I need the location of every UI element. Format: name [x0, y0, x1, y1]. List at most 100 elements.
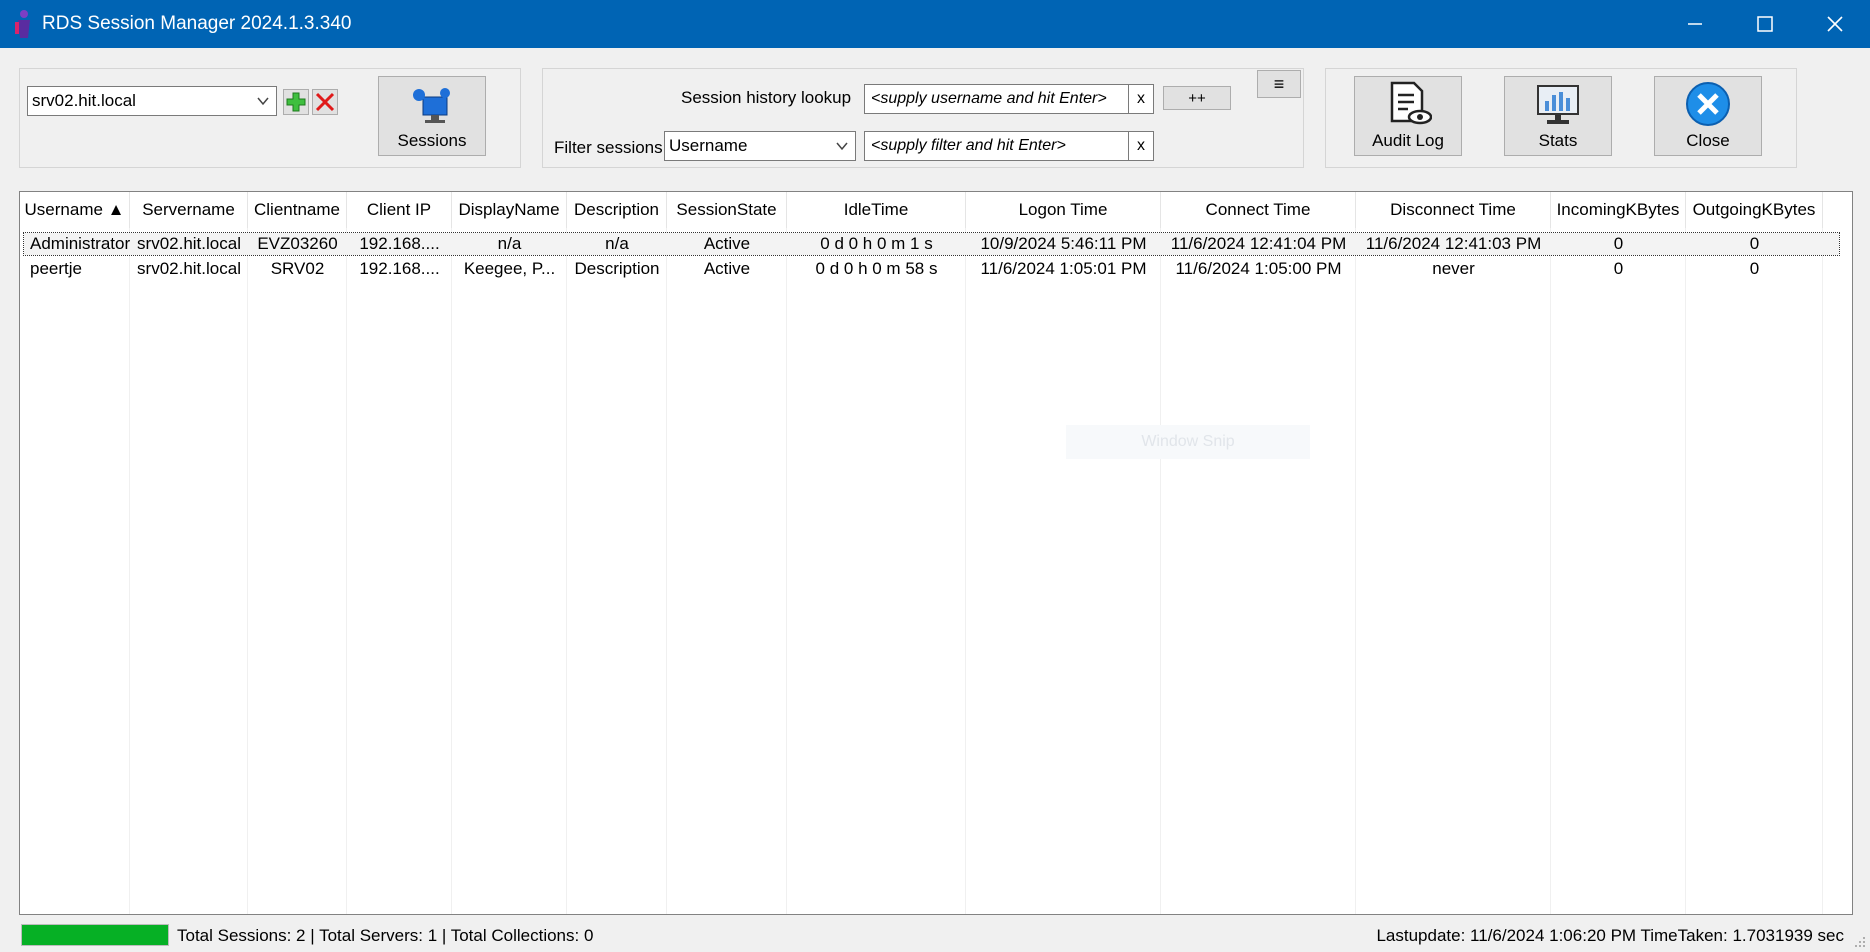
server-select[interactable]: srv02.hit.local	[27, 86, 277, 116]
cell-outgoingkbytes: 0	[1749, 259, 1760, 278]
menu-button[interactable]: ≡	[1257, 70, 1301, 98]
column-header-idletime[interactable]: IdleTime	[787, 192, 966, 228]
cell-connect-time: 11/6/2024 1:05:00 PM	[1175, 259, 1342, 278]
history-lookup-input[interactable]: <supply username and hit Enter>	[864, 84, 1129, 114]
stats-button[interactable]: Stats	[1504, 76, 1612, 156]
cell-incomingkbytes: 0	[1613, 234, 1624, 253]
filter-field-select[interactable]: Username	[664, 131, 856, 161]
column-header-incomingkbytes[interactable]: IncomingKBytes	[1551, 192, 1686, 228]
column-divider	[129, 228, 130, 914]
cell-sessionstate: Active	[703, 234, 751, 253]
column-divider	[1160, 228, 1161, 914]
close-app-button[interactable]: Close	[1654, 76, 1762, 156]
remove-icon	[315, 92, 335, 112]
stats-icon	[1537, 85, 1579, 124]
cell-username: peertje	[30, 259, 82, 278]
remove-server-button[interactable]	[312, 89, 338, 115]
cell-sessionstate: Active	[703, 259, 751, 278]
column-header-username[interactable]: Username ▲	[20, 192, 130, 228]
filter-field-value: Username	[669, 136, 748, 155]
plus-icon	[286, 92, 306, 112]
sessions-icon	[413, 88, 450, 123]
audit-log-label: Audit Log	[1372, 131, 1444, 150]
cell-displayname: n/a	[497, 234, 522, 253]
column-header-displayname[interactable]: DisplayName	[452, 192, 567, 228]
cell-logon-time: 11/6/2024 1:05:01 PM	[980, 259, 1147, 278]
window-close-button[interactable]	[1800, 0, 1870, 48]
column-divider	[786, 228, 787, 914]
column-header-description[interactable]: Description	[567, 192, 667, 228]
stats-label: Stats	[1538, 131, 1578, 150]
history-lookup-label: Session history lookup	[681, 88, 852, 107]
column-divider	[566, 228, 567, 914]
column-header-clientname[interactable]: Clientname	[248, 192, 347, 228]
table-row[interactable]: Administrator srv02.hit.local EVZ03260 1…	[23, 232, 1840, 256]
column-divider	[1355, 228, 1356, 914]
column-header-outgoingkbytes[interactable]: OutgoingKBytes	[1686, 192, 1823, 228]
column-header-connect-time[interactable]: Connect Time	[1161, 192, 1356, 228]
column-header-disconnect-time[interactable]: Disconnect Time	[1356, 192, 1551, 228]
cell-displayname: Keegee, P...	[463, 259, 556, 278]
filter-sessions-label: Filter sessions	[554, 138, 663, 157]
expand-button[interactable]: ++	[1163, 86, 1231, 110]
window-snip-overlay: Window Snip	[1066, 425, 1310, 459]
cell-clientname: EVZ03260	[257, 234, 338, 253]
filter-clear-button[interactable]: x	[1128, 131, 1154, 161]
window-title: RDS Session Manager 2024.1.3.340	[42, 13, 352, 34]
sessions-label: Sessions	[397, 131, 467, 150]
grid-header: Username ▲ Servername Clientname Client …	[20, 192, 1852, 228]
column-divider	[965, 228, 966, 914]
audit-log-icon	[1390, 81, 1432, 125]
status-summary: Total Sessions: 2 | Total Servers: 1 | T…	[177, 926, 594, 945]
app-icon	[15, 10, 30, 38]
history-clear-button[interactable]: x	[1128, 84, 1154, 114]
chevron-down-icon	[836, 142, 848, 151]
chevron-down-icon	[257, 97, 269, 106]
column-header-client-ip[interactable]: Client IP	[347, 192, 452, 228]
column-divider	[247, 228, 248, 914]
column-divider	[1822, 228, 1823, 914]
minimize-button[interactable]	[1660, 0, 1730, 48]
cell-client-ip: 192.168....	[359, 259, 440, 278]
cell-connect-time: 11/6/2024 12:41:04 PM	[1170, 234, 1347, 253]
sessions-button[interactable]: Sessions	[378, 76, 486, 156]
close-app-label: Close	[1686, 131, 1730, 150]
progress-bar	[21, 924, 169, 946]
cell-incomingkbytes: 0	[1613, 259, 1624, 278]
status-lastupdate: Lastupdate: 11/6/2024 1:06:20 PM TimeTak…	[1376, 926, 1844, 945]
cell-clientname: SRV02	[270, 259, 325, 278]
column-divider	[1550, 228, 1551, 914]
sessions-grid[interactable]: Username ▲ Servername Clientname Client …	[19, 191, 1853, 915]
minimize-icon	[1688, 23, 1702, 25]
server-select-value: srv02.hit.local	[32, 91, 136, 110]
add-server-button[interactable]	[283, 89, 309, 115]
cell-username: Administrator	[30, 234, 130, 253]
cell-description: Description	[574, 259, 660, 278]
cell-idletime: 0 d 0 h 0 m 58 s	[815, 259, 938, 278]
close-circle-icon	[1686, 82, 1730, 126]
column-divider	[666, 228, 667, 914]
column-header-logon-time[interactable]: Logon Time	[966, 192, 1161, 228]
table-row[interactable]: peertje srv02.hit.local SRV02 192.168...…	[24, 258, 1839, 280]
cell-description: n/a	[605, 234, 629, 253]
title-bar[interactable]: RDS Session Manager 2024.1.3.340	[0, 0, 1870, 48]
cell-disconnect-time: 11/6/2024 12:41:03 PM	[1365, 234, 1542, 253]
progress-fill	[22, 925, 168, 945]
filter-input[interactable]: <supply filter and hit Enter>	[864, 131, 1129, 161]
column-divider	[451, 228, 452, 914]
column-header-sessionstate[interactable]: SessionState	[667, 192, 787, 228]
column-divider	[1685, 228, 1686, 914]
resize-grip-icon[interactable]	[1852, 934, 1866, 948]
cell-idletime: 0 d 0 h 0 m 1 s	[820, 234, 933, 253]
maximize-button[interactable]	[1730, 0, 1800, 48]
audit-log-button[interactable]: Audit Log	[1354, 76, 1462, 156]
column-header-servername[interactable]: Servername	[130, 192, 248, 228]
maximize-icon	[1757, 16, 1773, 32]
cell-client-ip: 192.168....	[359, 234, 440, 253]
cell-servername: srv02.hit.local	[137, 234, 241, 253]
cell-disconnect-time: never	[1432, 259, 1475, 278]
column-divider	[346, 228, 347, 914]
close-icon	[1827, 16, 1843, 32]
cell-servername: srv02.hit.local	[137, 259, 241, 278]
cell-logon-time: 10/9/2024 5:46:11 PM	[980, 234, 1147, 253]
